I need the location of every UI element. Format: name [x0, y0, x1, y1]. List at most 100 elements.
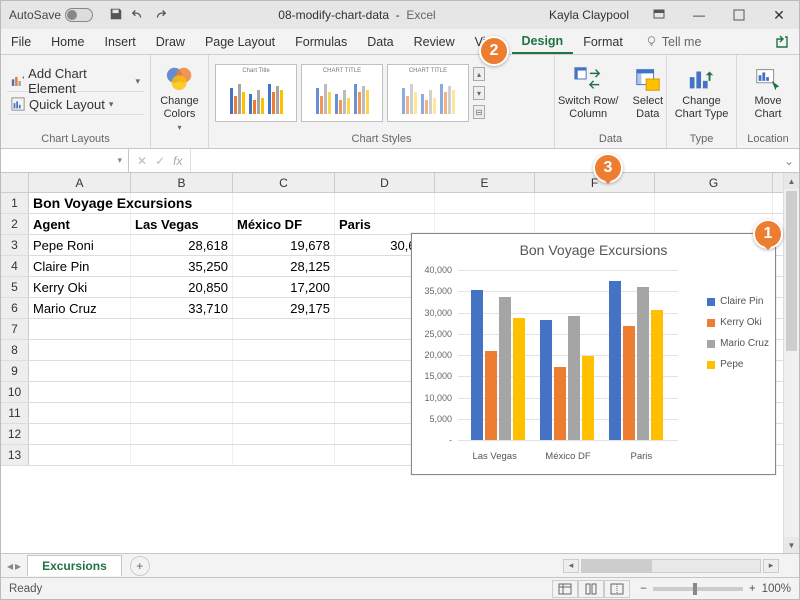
cell[interactable] — [131, 403, 233, 423]
chart-bar[interactable] — [582, 356, 594, 440]
cell[interactable]: 33,710 — [131, 298, 233, 318]
chart-plot-area[interactable] — [458, 270, 678, 440]
col-header[interactable]: D — [335, 173, 435, 192]
col-header[interactable]: B — [131, 173, 233, 192]
cell[interactable]: Kerry Oki — [29, 277, 131, 297]
cell[interactable] — [535, 214, 655, 234]
sheet-tab-active[interactable]: Excursions — [27, 555, 122, 576]
cell[interactable] — [535, 193, 655, 213]
cell[interactable]: Paris — [335, 214, 435, 234]
redo-icon[interactable] — [153, 7, 167, 24]
change-chart-type-button[interactable]: Change Chart Type — [669, 63, 735, 123]
cell[interactable]: Claire Pin — [29, 256, 131, 276]
expand-formula-bar-icon[interactable]: ⌄ — [779, 149, 799, 172]
tab-insert[interactable]: Insert — [95, 29, 146, 54]
tab-data[interactable]: Data — [357, 29, 403, 54]
chart-bar[interactable] — [471, 290, 483, 440]
cell[interactable]: 29,175 — [233, 298, 335, 318]
chart-title[interactable]: Bon Voyage Excursions — [412, 234, 775, 262]
row-header[interactable]: 12 — [1, 424, 29, 444]
zoom-control[interactable]: − + 100% — [640, 583, 791, 595]
chart-bar[interactable] — [485, 351, 497, 440]
tab-draw[interactable]: Draw — [146, 29, 195, 54]
chart-bar[interactable] — [540, 320, 552, 440]
cell[interactable] — [29, 361, 131, 381]
vertical-scrollbar[interactable]: ▲ ▼ — [783, 173, 799, 553]
gallery-more-button[interactable]: ▴▾⊟ — [473, 64, 487, 122]
cell[interactable]: 28,125 — [233, 256, 335, 276]
cell[interactable] — [233, 340, 335, 360]
undo-icon[interactable] — [131, 7, 145, 24]
select-data-button[interactable]: Select Data — [626, 63, 669, 123]
row-header[interactable]: 7 — [1, 319, 29, 339]
cell[interactable]: Las Vegas — [131, 214, 233, 234]
chart-bar[interactable] — [513, 318, 525, 440]
cell[interactable] — [131, 445, 233, 465]
row-header[interactable]: 1 — [1, 193, 29, 213]
cell[interactable] — [435, 193, 535, 213]
chart-bar[interactable] — [499, 297, 511, 440]
cell[interactable]: 28,618 — [131, 235, 233, 255]
row-header[interactable]: 3 — [1, 235, 29, 255]
cell[interactable] — [131, 340, 233, 360]
chart-bar[interactable] — [637, 287, 649, 440]
col-header[interactable]: E — [435, 173, 535, 192]
tab-home[interactable]: Home — [41, 29, 94, 54]
save-icon[interactable] — [109, 7, 123, 24]
chart-bar[interactable] — [568, 316, 580, 440]
formula-bar[interactable] — [191, 149, 779, 172]
cell[interactable] — [131, 193, 233, 213]
zoom-in-icon[interactable]: + — [749, 583, 756, 595]
cell[interactable] — [131, 382, 233, 402]
tab-page-layout[interactable]: Page Layout — [195, 29, 285, 54]
cell[interactable]: 17,200 — [233, 277, 335, 297]
cell[interactable] — [131, 424, 233, 444]
chart-bar[interactable] — [651, 310, 663, 440]
col-header[interactable]: G — [655, 173, 773, 192]
row-header[interactable]: 6 — [1, 298, 29, 318]
maximize-icon[interactable] — [719, 1, 759, 29]
cell[interactable] — [29, 340, 131, 360]
zoom-slider[interactable] — [653, 587, 743, 591]
tab-formulas[interactable]: Formulas — [285, 29, 357, 54]
tell-me-search[interactable]: Tell me — [645, 29, 702, 54]
cell[interactable] — [435, 214, 535, 234]
cell[interactable]: Agent — [29, 214, 131, 234]
sheet-nav[interactable]: ◂▸ — [1, 559, 27, 573]
horizontal-scrollbar[interactable]: ◂ ▸ — [563, 559, 799, 573]
toggle-off-icon[interactable] — [65, 8, 93, 22]
scroll-thumb[interactable] — [786, 191, 797, 351]
user-name[interactable]: Kayla Claypool — [539, 8, 639, 22]
cell[interactable]: Mario Cruz — [29, 298, 131, 318]
cell[interactable]: 19,678 — [233, 235, 335, 255]
cell[interactable]: México DF — [233, 214, 335, 234]
quick-layout-button[interactable]: Quick Layout▾ — [7, 94, 144, 115]
cell[interactable] — [131, 361, 233, 381]
tab-format[interactable]: Format — [573, 29, 633, 54]
cell[interactable]: Pepe Roni — [29, 235, 131, 255]
cell[interactable] — [233, 382, 335, 402]
scroll-left-icon[interactable]: ◂ — [563, 559, 579, 573]
select-all-corner[interactable] — [1, 173, 29, 192]
scroll-up-icon[interactable]: ▲ — [784, 173, 799, 189]
cell[interactable] — [233, 445, 335, 465]
cell[interactable]: 20,850 — [131, 277, 233, 297]
move-chart-button[interactable]: Move Chart — [747, 63, 789, 123]
cell[interactable] — [29, 382, 131, 402]
share-button[interactable] — [765, 29, 799, 54]
cell[interactable] — [233, 403, 335, 423]
scroll-thumb[interactable] — [582, 560, 652, 572]
cell[interactable] — [233, 424, 335, 444]
zoom-out-icon[interactable]: − — [640, 583, 647, 595]
enter-icon[interactable]: ✓ — [155, 154, 165, 168]
ribbon-options-icon[interactable] — [639, 1, 679, 29]
cell[interactable] — [655, 193, 773, 213]
chart-style-thumb[interactable]: CHART TITLE — [387, 64, 469, 122]
tab-review[interactable]: Review — [404, 29, 465, 54]
cell[interactable]: 35,250 — [131, 256, 233, 276]
chart-bar[interactable] — [609, 281, 621, 440]
cell[interactable] — [335, 193, 435, 213]
row-header[interactable]: 5 — [1, 277, 29, 297]
tab-file[interactable]: File — [1, 29, 41, 54]
cell[interactable] — [233, 319, 335, 339]
